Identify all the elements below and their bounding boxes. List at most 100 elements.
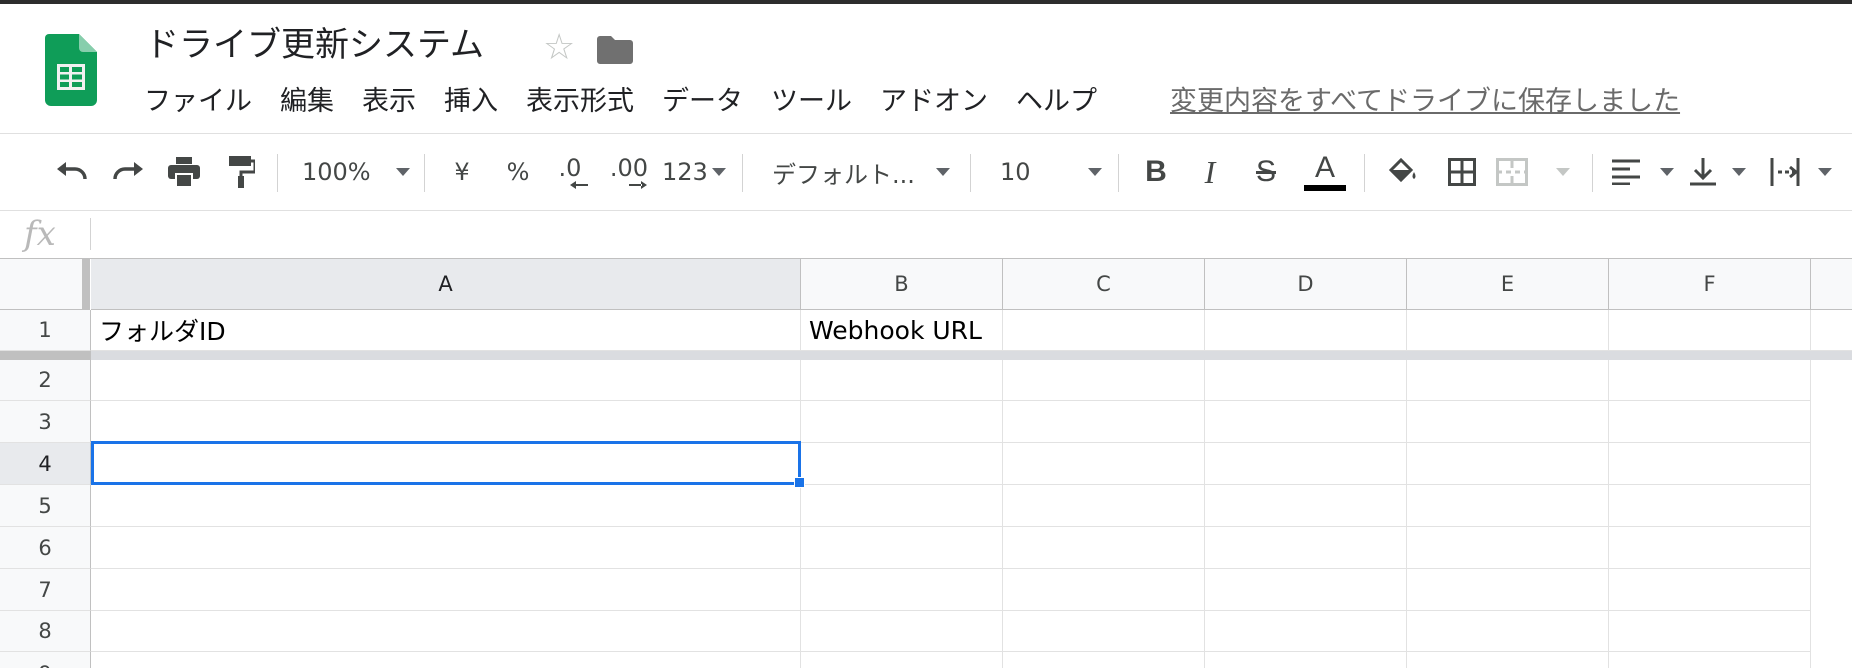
currency-format-button[interactable]: ¥ — [440, 146, 484, 198]
cell-d8[interactable] — [1205, 611, 1407, 652]
cell-f6[interactable] — [1609, 527, 1811, 569]
freeze-row-handle[interactable] — [0, 351, 1852, 360]
cell-b1[interactable]: Webhook URL — [801, 310, 1003, 351]
row-header-2[interactable]: 2 — [0, 360, 91, 401]
cell-e3[interactable] — [1407, 401, 1609, 443]
bold-icon[interactable]: B — [1134, 146, 1178, 198]
cell-c3[interactable] — [1003, 401, 1205, 443]
row-header-3[interactable]: 3 — [0, 401, 91, 443]
cell-c4[interactable] — [1003, 443, 1205, 485]
sheets-logo-icon[interactable] — [45, 34, 97, 106]
cell-d4[interactable] — [1205, 443, 1407, 485]
cell-f9[interactable] — [1609, 652, 1811, 668]
column-header-a[interactable]: A — [91, 259, 801, 310]
cell-b8[interactable] — [801, 611, 1003, 652]
menu-addons[interactable]: アドオン — [866, 82, 1002, 122]
row-header-1[interactable]: 1 — [0, 310, 91, 351]
cell-f1[interactable] — [1609, 310, 1811, 351]
menu-help[interactable]: ヘルプ — [1002, 82, 1111, 122]
column-header-e[interactable]: E — [1407, 259, 1609, 310]
save-status-link[interactable]: 変更内容をすべてドライブに保存しました — [1170, 82, 1680, 122]
text-wrap-icon[interactable] — [1770, 146, 1832, 198]
redo-icon[interactable] — [104, 146, 152, 198]
cell-a4[interactable] — [91, 443, 801, 485]
cell-d1[interactable] — [1205, 310, 1407, 351]
row-header-9[interactable]: 9 — [0, 652, 91, 668]
row-header-5[interactable]: 5 — [0, 485, 91, 527]
increase-decimal-button[interactable]: .00 — [604, 146, 654, 198]
cell-a8[interactable] — [91, 611, 801, 652]
cell-c9[interactable] — [1003, 652, 1205, 668]
cell-g1[interactable] — [1811, 310, 1852, 351]
cell-c2[interactable] — [1003, 360, 1205, 401]
cell-b3[interactable] — [801, 401, 1003, 443]
cell-b5[interactable] — [801, 485, 1003, 527]
text-color-icon[interactable]: A — [1302, 146, 1348, 198]
cell-f5[interactable] — [1609, 485, 1811, 527]
font-size-select[interactable]: 10 — [996, 146, 1106, 198]
vertical-align-icon[interactable] — [1690, 146, 1746, 198]
cell-e5[interactable] — [1407, 485, 1609, 527]
cell-b7[interactable] — [801, 569, 1003, 611]
cell-c1[interactable] — [1003, 310, 1205, 351]
cell-d5[interactable] — [1205, 485, 1407, 527]
undo-icon[interactable] — [48, 146, 96, 198]
font-family-select[interactable]: デフォルト... — [768, 146, 954, 198]
folder-icon[interactable] — [597, 34, 633, 64]
cell-d6[interactable] — [1205, 527, 1407, 569]
percent-format-button[interactable]: % — [496, 146, 540, 198]
fill-color-icon[interactable] — [1380, 146, 1424, 198]
cell-b2[interactable] — [801, 360, 1003, 401]
document-title[interactable]: ドライブ更新システム — [145, 22, 484, 68]
cell-c7[interactable] — [1003, 569, 1205, 611]
column-header-f[interactable]: F — [1609, 259, 1811, 310]
zoom-select[interactable]: 100% — [296, 146, 416, 198]
cell-e1[interactable] — [1407, 310, 1609, 351]
menu-edit[interactable]: 編集 — [266, 82, 348, 122]
cell-d3[interactable] — [1205, 401, 1407, 443]
cell-f7[interactable] — [1609, 569, 1811, 611]
column-header-c[interactable]: C — [1003, 259, 1205, 310]
menu-format[interactable]: 表示形式 — [512, 82, 648, 122]
cell-e2[interactable] — [1407, 360, 1609, 401]
strikethrough-icon[interactable]: S — [1244, 146, 1288, 198]
cell-a2[interactable] — [91, 360, 801, 401]
merge-cells-icon[interactable] — [1496, 146, 1570, 198]
cell-e8[interactable] — [1407, 611, 1609, 652]
row-header-6[interactable]: 6 — [0, 527, 91, 569]
cell-d7[interactable] — [1205, 569, 1407, 611]
cell-c5[interactable] — [1003, 485, 1205, 527]
cell-a5[interactable] — [91, 485, 801, 527]
cell-e7[interactable] — [1407, 569, 1609, 611]
cell-e6[interactable] — [1407, 527, 1609, 569]
cell-f2[interactable] — [1609, 360, 1811, 401]
column-header-g[interactable] — [1811, 259, 1852, 310]
star-icon[interactable]: ☆ — [543, 30, 579, 66]
print-icon[interactable] — [160, 146, 208, 198]
cell-d2[interactable] — [1205, 360, 1407, 401]
cell-d9[interactable] — [1205, 652, 1407, 668]
cell-a7[interactable] — [91, 569, 801, 611]
decrease-decimal-button[interactable]: .0 — [548, 146, 592, 198]
number-format-select[interactable]: 123 — [662, 146, 726, 198]
cell-f8[interactable] — [1609, 611, 1811, 652]
formula-input[interactable] — [100, 216, 1800, 252]
cell-f4[interactable] — [1609, 443, 1811, 485]
cell-b4[interactable] — [801, 443, 1003, 485]
cell-b9[interactable] — [801, 652, 1003, 668]
menu-data[interactable]: データ — [648, 82, 757, 122]
cell-a6[interactable] — [91, 527, 801, 569]
cell-a1[interactable]: フォルダID — [91, 310, 801, 351]
fill-handle[interactable] — [794, 477, 805, 488]
row-header-7[interactable]: 7 — [0, 569, 91, 611]
borders-icon[interactable] — [1440, 146, 1484, 198]
cell-a9[interactable] — [91, 652, 801, 668]
menu-tools[interactable]: ツール — [757, 82, 866, 122]
column-header-b[interactable]: B — [801, 259, 1003, 310]
paint-format-icon[interactable] — [218, 146, 266, 198]
menu-file[interactable]: ファイル — [130, 82, 266, 122]
cell-e9[interactable] — [1407, 652, 1609, 668]
select-all-corner[interactable] — [0, 259, 90, 310]
row-header-4[interactable]: 4 — [0, 443, 91, 485]
cell-a3[interactable] — [91, 401, 801, 443]
